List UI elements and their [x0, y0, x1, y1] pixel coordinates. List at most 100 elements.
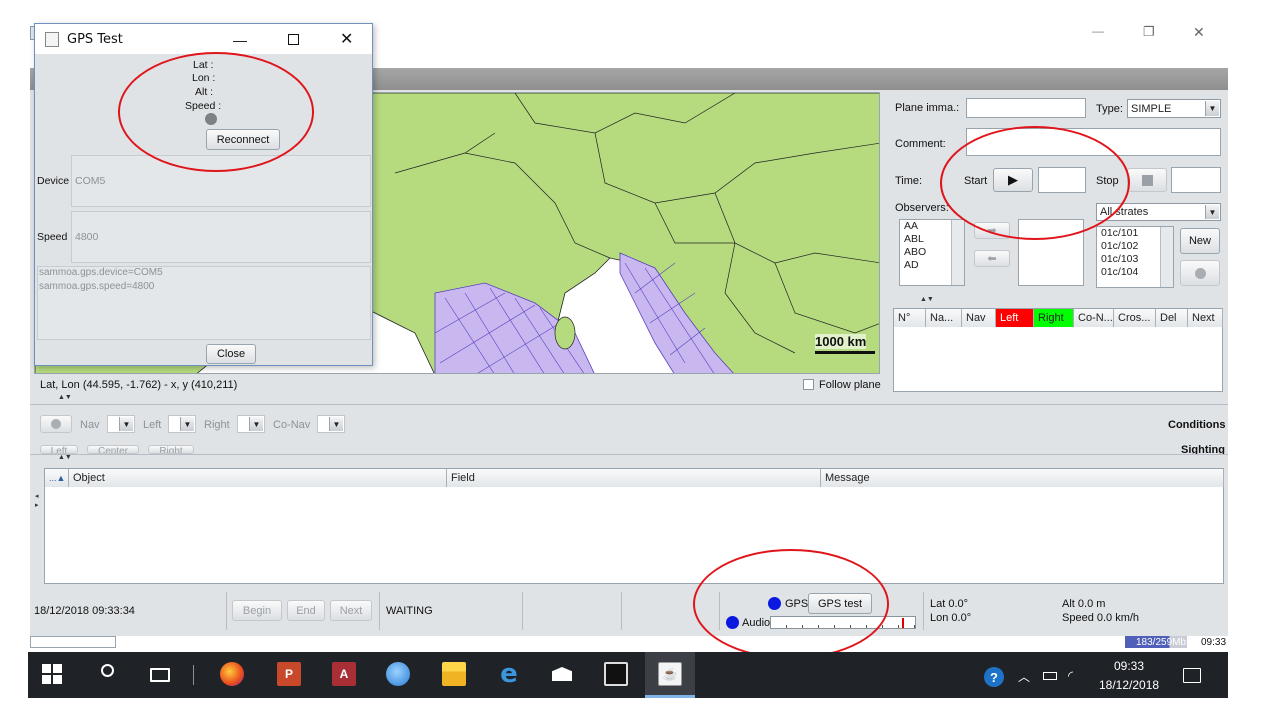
status-speed: Speed 0.0 km/h	[1062, 612, 1140, 624]
record-icon	[51, 419, 61, 429]
task-view-icon[interactable]	[150, 668, 170, 682]
map-scale-bar	[815, 351, 875, 354]
minimize-button[interactable]: —	[1092, 24, 1112, 44]
plane-input[interactable]	[966, 98, 1086, 118]
type-select[interactable]: SIMPLE ▼	[1127, 99, 1221, 118]
conav-label: Co-Nav	[273, 419, 311, 431]
column-header-message[interactable]: Message	[821, 469, 1224, 487]
section-divider	[30, 404, 1228, 405]
type-label: Type:	[1096, 103, 1123, 115]
column-header-object[interactable]: Object	[69, 469, 447, 487]
next-button[interactable]: Next	[330, 600, 372, 621]
split-handle-icon[interactable]: ▲▼	[58, 454, 72, 461]
strates-select[interactable]: All strates ▼	[1096, 203, 1221, 221]
plane-label: Plane imma.:	[895, 102, 960, 114]
dialog-minimize-button[interactable]: —	[233, 32, 247, 48]
reconnect-button[interactable]: Reconnect	[206, 129, 280, 150]
file-explorer-icon[interactable]	[442, 662, 466, 686]
firefox-icon[interactable]	[220, 662, 244, 686]
left-select[interactable]: ▼	[168, 415, 196, 433]
status-separator	[226, 592, 227, 630]
status-separator	[621, 592, 622, 630]
device-field[interactable]	[71, 155, 371, 207]
access-icon[interactable]: A	[332, 662, 356, 686]
column-header-number[interactable]: N°	[894, 309, 926, 327]
stop-button[interactable]	[1127, 168, 1167, 192]
strates-scrollbar[interactable]	[1160, 227, 1173, 287]
memory-label: 183/259Mb	[1136, 637, 1187, 648]
start-time-input[interactable]	[1038, 167, 1086, 193]
dialog-close-text-button[interactable]: Close	[206, 344, 256, 364]
notifications-icon[interactable]	[1183, 668, 1201, 683]
gps-test-button[interactable]: GPS test	[808, 593, 872, 614]
conav-select[interactable]: ▼	[317, 415, 345, 433]
app-icon[interactable]	[386, 662, 410, 686]
column-header-del[interactable]: Del	[1156, 309, 1188, 327]
new-button[interactable]: New	[1180, 228, 1220, 254]
taskbar-clock-time: 09:33	[1114, 659, 1145, 673]
transects-table[interactable]: N° Na... Nav Left Right Co-N... Cros... …	[893, 308, 1223, 392]
speed-field[interactable]	[71, 211, 371, 263]
start-icon[interactable]	[42, 664, 62, 684]
follow-plane-checkbox[interactable]	[803, 379, 814, 390]
column-header-conav[interactable]: Co-N...	[1074, 309, 1114, 327]
left-side-button[interactable]: Left	[40, 445, 78, 454]
column-header-nav[interactable]: Nav	[962, 309, 996, 327]
column-header-name[interactable]: Na...	[926, 309, 962, 327]
comment-label: Comment:	[895, 138, 946, 150]
nav-select[interactable]: ▼	[107, 415, 135, 433]
search-icon[interactable]	[101, 664, 114, 677]
battery-icon[interactable]	[1043, 672, 1057, 680]
close-window-button[interactable]: ✕	[1193, 24, 1213, 44]
add-observer-button[interactable]: ➡	[974, 222, 1010, 239]
begin-button[interactable]: Begin	[232, 600, 282, 621]
java-app-icon[interactable]: ☕	[658, 662, 682, 686]
mail-icon[interactable]	[550, 662, 574, 686]
status-state: WAITING	[386, 605, 433, 617]
tray-expand-icon[interactable]: ︿	[1018, 668, 1030, 685]
dialog-maximize-button[interactable]	[288, 34, 299, 45]
wifi-icon[interactable]: ◜	[1068, 668, 1073, 684]
column-header-left[interactable]: Left	[996, 309, 1034, 327]
split-handle-icon[interactable]: ▲▼	[58, 394, 72, 401]
right-side-button[interactable]: Right	[148, 445, 194, 454]
help-icon[interactable]: ?	[984, 667, 1004, 687]
conditions-label: Conditions	[1168, 419, 1226, 431]
status-alt: Alt 0.0 m	[1062, 598, 1106, 610]
end-button[interactable]: End	[287, 600, 325, 621]
status-separator	[923, 592, 924, 630]
terminal-icon[interactable]	[604, 662, 628, 686]
column-header-cross[interactable]: Cros...	[1114, 309, 1156, 327]
stop-label: Stop	[1096, 175, 1119, 187]
column-header-next[interactable]: Next	[1188, 309, 1223, 327]
play-icon: ▶	[1008, 172, 1018, 187]
maximize-button[interactable]: ❐	[1143, 24, 1163, 44]
comment-input[interactable]	[966, 128, 1221, 156]
dialog-close-button[interactable]: ✕	[340, 29, 353, 49]
center-side-button[interactable]: Center	[87, 445, 139, 454]
powerpoint-icon[interactable]: P	[277, 662, 301, 686]
column-header-field[interactable]: Field	[447, 469, 821, 487]
status-separator	[379, 592, 380, 630]
column-header-right[interactable]: Right	[1034, 309, 1074, 327]
sighting-label: Sighting	[1181, 444, 1225, 454]
log-table[interactable]: ...▲ Object Field Message	[44, 468, 1224, 584]
record-button[interactable]	[1180, 260, 1220, 286]
right-select[interactable]: ▼	[237, 415, 265, 433]
audio-label: Audio	[742, 617, 771, 629]
start-button[interactable]: ▶	[993, 168, 1033, 192]
edge-icon[interactable]: e	[497, 659, 521, 689]
audio-level-marker	[902, 618, 904, 628]
stop-time-input[interactable]	[1171, 167, 1221, 193]
record-icon	[1194, 267, 1206, 279]
sort-column-header[interactable]: ...▲	[45, 469, 69, 487]
split-handle-icon[interactable]: ▲▼	[920, 296, 934, 303]
record-nav-button[interactable]	[40, 415, 72, 433]
type-select-value: SIMPLE	[1131, 102, 1172, 115]
right-label: Right	[204, 419, 230, 431]
remove-observer-button[interactable]: ⬅	[974, 250, 1010, 267]
chevron-down-icon: ▼	[249, 417, 263, 431]
collapse-arrows-icon[interactable]: ◂ ▸	[35, 492, 39, 510]
observers-scrollbar[interactable]	[951, 220, 964, 285]
selected-observers-list[interactable]	[1018, 219, 1084, 286]
